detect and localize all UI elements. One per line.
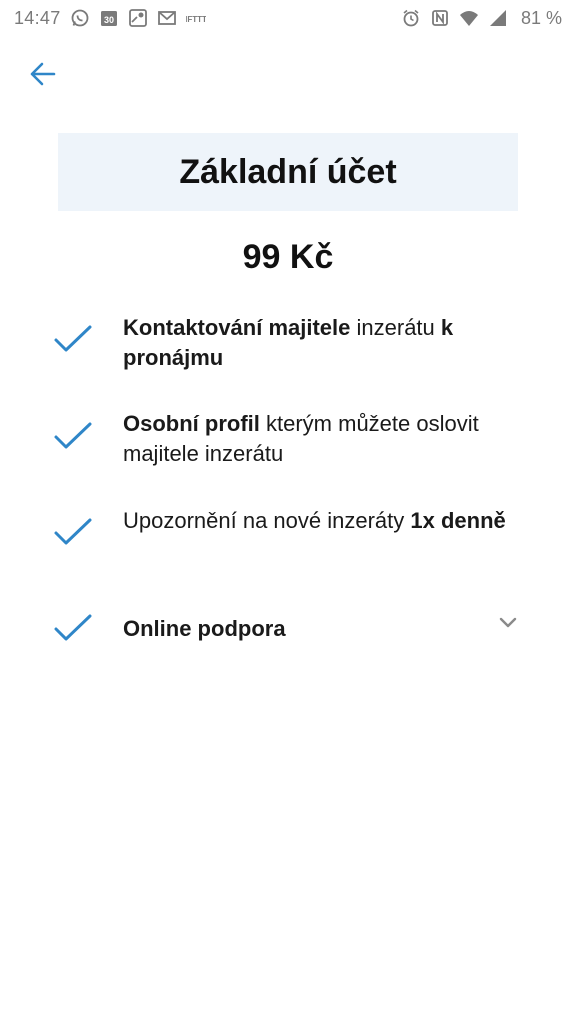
plan-title: Základní účet xyxy=(179,152,397,191)
maps-icon xyxy=(128,8,148,28)
whatsapp-icon xyxy=(70,8,90,28)
calendar-day: 30 xyxy=(104,15,114,25)
feature-text-bold: Osobní profil xyxy=(123,411,260,436)
chevron-down-icon[interactable] xyxy=(496,612,520,634)
nfc-icon xyxy=(430,8,450,28)
feature-text: Osobní profil kterým můžete oslovit maji… xyxy=(123,409,528,469)
check-icon xyxy=(54,614,92,641)
plan-header: Základní účet xyxy=(58,133,518,211)
mail-icon xyxy=(157,8,177,28)
feature-text: Upozornění na nové inzeráty 1x denně xyxy=(123,506,528,536)
check-icon xyxy=(54,325,92,352)
status-right: 81 % xyxy=(401,8,576,29)
status-bar: 14:47 30 IFTTT 81 % xyxy=(0,0,576,36)
screen: 14:47 30 IFTTT 81 % Základní účet 99 Kč … xyxy=(0,0,576,1024)
calendar-icon: 30 xyxy=(99,8,119,28)
alarm-icon xyxy=(401,8,421,28)
arrow-left-icon xyxy=(30,62,56,86)
feature-text-bold: Kontaktování majitele xyxy=(123,315,351,340)
feature-text-regular: Upozornění na nové inzeráty xyxy=(123,508,411,533)
status-left: 14:47 30 IFTTT xyxy=(0,8,206,29)
status-time: 14:47 xyxy=(14,7,61,28)
feature-text: Online podpora xyxy=(123,614,528,644)
feature-text-bold: Online podpora xyxy=(123,616,286,641)
check-icon xyxy=(54,422,92,449)
battery-percent: 81 % xyxy=(520,7,562,28)
feature-text-regular: inzerátu xyxy=(350,315,441,340)
plan-price: 99 Kč xyxy=(242,238,334,276)
wifi-icon xyxy=(459,8,479,28)
feature-text: Kontaktování majitele inzerátu k pronájm… xyxy=(123,313,528,373)
signal-icon xyxy=(488,8,508,28)
back-button[interactable] xyxy=(22,54,62,94)
ifttt-label: IFTTT xyxy=(186,15,206,24)
ifttt-icon: IFTTT xyxy=(186,8,206,28)
feature-text-bold: 1x denně xyxy=(410,508,506,533)
check-icon xyxy=(54,518,92,545)
